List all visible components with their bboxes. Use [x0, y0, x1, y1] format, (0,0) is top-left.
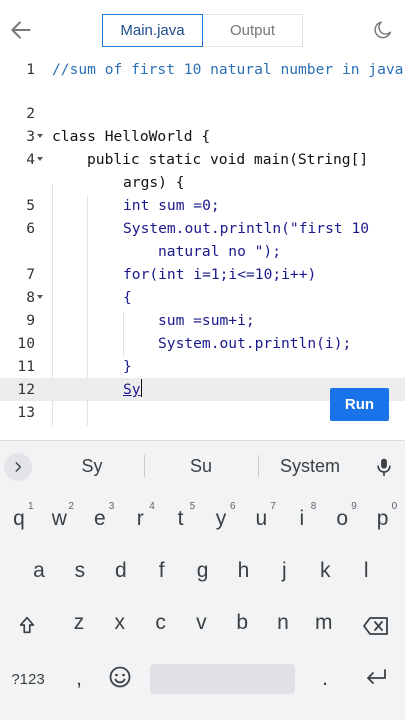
chevron-right-icon[interactable]	[4, 453, 32, 481]
code-text: System.out.println(i);	[158, 335, 352, 352]
code-line-7[interactable]: 7 for(int i=1;i<=10;i++)	[0, 263, 405, 286]
code-text: //sum of first 10 natural number in java	[52, 61, 404, 78]
file-tabs: Main.java Output	[102, 14, 303, 47]
code-line-9[interactable]: 9 sum =sum+i;	[0, 309, 405, 332]
period-key[interactable]: .	[308, 657, 342, 701]
suggestion-bar: Sy Su System	[0, 441, 405, 491]
key-k[interactable]: k	[308, 549, 342, 593]
typed-word: Sy	[123, 381, 141, 398]
text-cursor	[140, 379, 143, 397]
fold-arrow-icon[interactable]	[37, 134, 43, 138]
soft-keyboard: Sy Su System ?123 , . q1w2e3r4t5y6u7i8o9…	[0, 440, 405, 720]
enter-icon[interactable]	[364, 667, 388, 687]
code-line-1[interactable]: 1 //sum of first 10 natural number in ja…	[0, 58, 405, 81]
line-number: 2	[26, 105, 35, 122]
key-b[interactable]: b	[225, 601, 259, 645]
line-number: 3	[26, 128, 35, 145]
tab-output[interactable]: Output	[203, 14, 303, 47]
code-line-6[interactable]: 6 System.out.println("first 10	[0, 217, 405, 240]
suggestion-2[interactable]: Su	[148, 441, 254, 491]
symbols-key[interactable]: ?123	[6, 657, 50, 701]
line-number: 7	[26, 266, 35, 283]
arrow-left-icon[interactable]	[8, 17, 34, 43]
fold-arrow-icon[interactable]	[37, 295, 43, 299]
key-s[interactable]: s	[63, 549, 97, 593]
code-text: int sum =0;	[123, 197, 220, 214]
key-hint-3: 3	[108, 501, 115, 512]
key-j[interactable]: j	[267, 549, 301, 593]
suggestion-1[interactable]: Sy	[44, 441, 140, 491]
key-hint-9: 9	[351, 501, 357, 512]
line-number: 4	[26, 151, 35, 168]
space-key[interactable]	[150, 664, 295, 694]
key-g[interactable]: g	[186, 549, 220, 593]
key-hint-0: 0	[391, 501, 398, 512]
code-text: public static void main(String[]	[87, 151, 369, 168]
key-n[interactable]: n	[266, 601, 300, 645]
key-z[interactable]: z	[62, 601, 96, 645]
key-hint-1: 1	[28, 501, 34, 512]
backspace-icon[interactable]	[362, 616, 390, 636]
code-line-6-wrap[interactable]: natural no ");	[0, 240, 405, 263]
tab-main-java[interactable]: Main.java	[102, 14, 203, 47]
code-text-wrap: args) {	[123, 174, 185, 191]
code-line-4-wrap[interactable]: args) {	[0, 171, 405, 194]
divider	[258, 455, 259, 477]
key-m[interactable]: m	[307, 601, 341, 645]
key-hint-5: 5	[189, 501, 196, 512]
run-button[interactable]: Run	[330, 388, 389, 421]
key-x[interactable]: x	[103, 601, 137, 645]
line-number: 8	[26, 289, 35, 306]
code-text: }	[123, 358, 132, 375]
moon-icon[interactable]	[372, 19, 394, 41]
line-number: 5	[26, 197, 35, 214]
code-text: {	[123, 289, 132, 306]
code-text-wrap: natural no ");	[158, 243, 282, 260]
key-hint-4: 4	[149, 501, 155, 512]
shift-icon[interactable]	[16, 614, 38, 636]
fold-arrow-icon[interactable]	[37, 157, 43, 161]
key-l[interactable]: l	[349, 549, 383, 593]
key-hint-8: 8	[310, 501, 317, 512]
code-text: sum =sum+i;	[158, 312, 255, 329]
code-line-8[interactable]: 8 {	[0, 286, 405, 309]
code-line-4[interactable]: 4 public static void main(String[]	[0, 148, 405, 171]
code-line-5[interactable]: 5 int sum =0;	[0, 194, 405, 217]
comma-key[interactable]: ,	[62, 657, 96, 701]
code-text-current: Sy	[123, 378, 143, 401]
line-number: 13	[17, 404, 35, 421]
line-number: 12	[17, 381, 35, 398]
code-line-10[interactable]: 10 System.out.println(i);	[0, 332, 405, 355]
key-hint-6: 6	[230, 501, 236, 512]
line-number: 11	[17, 358, 35, 375]
divider	[144, 455, 145, 477]
key-a[interactable]: a	[22, 549, 56, 593]
key-hint-2: 2	[68, 501, 74, 512]
key-c[interactable]: c	[144, 601, 178, 645]
code-line-2[interactable]: 2	[0, 102, 405, 125]
code-text: class HelloWorld {	[52, 128, 211, 145]
code-line-3[interactable]: 3 class HelloWorld {	[0, 125, 405, 148]
microphone-icon[interactable]	[374, 455, 394, 479]
emoji-icon[interactable]	[108, 665, 132, 689]
line-number: 6	[26, 220, 35, 237]
key-h[interactable]: h	[227, 549, 261, 593]
key-f[interactable]: f	[145, 549, 179, 593]
key-d[interactable]: d	[104, 549, 138, 593]
code-editor[interactable]: 1 //sum of first 10 natural number in ja…	[0, 58, 405, 438]
app-header: Main.java Output	[0, 0, 405, 58]
code-text: System.out.println("first 10	[123, 220, 370, 237]
line-number: 10	[17, 335, 35, 352]
key-hint-7: 7	[270, 501, 276, 512]
suggestion-3[interactable]: System	[262, 441, 358, 491]
code-text: for(int i=1;i<=10;i++)	[123, 266, 317, 283]
line-number: 1	[26, 61, 35, 78]
line-number: 9	[26, 312, 35, 329]
key-v[interactable]: v	[184, 601, 218, 645]
code-line-11[interactable]: 11 }	[0, 355, 405, 378]
